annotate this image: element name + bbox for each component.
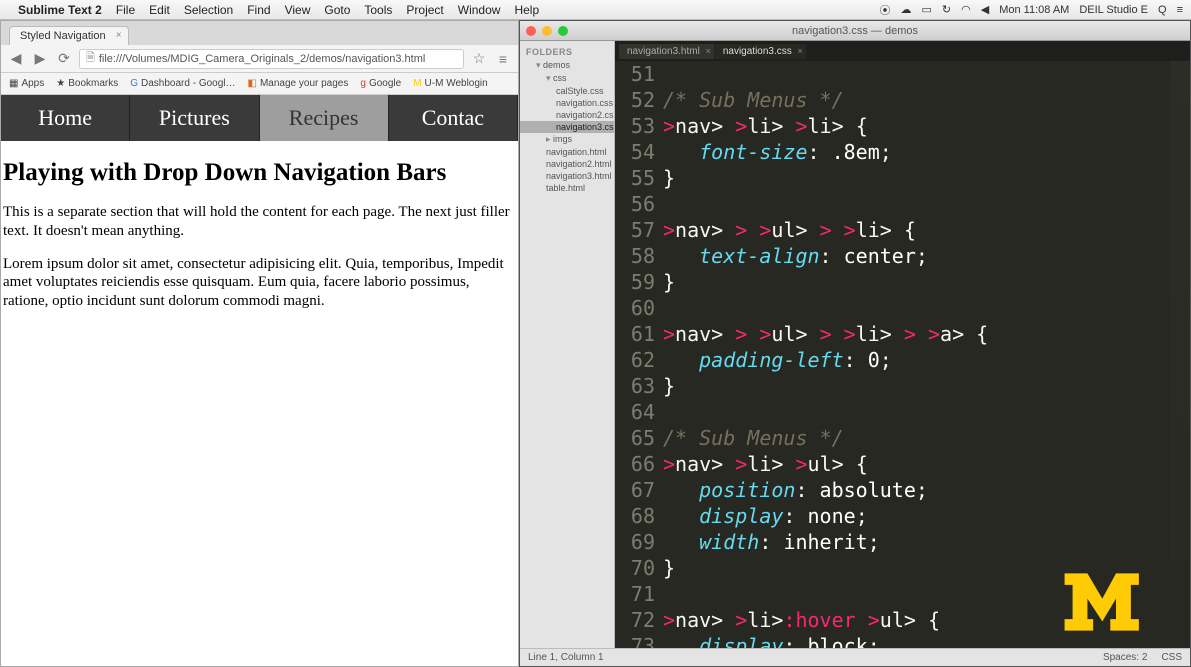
folder-imgs[interactable]: imgs bbox=[520, 133, 614, 146]
forward-button[interactable]: ▶ bbox=[31, 50, 49, 68]
bookmark-manage[interactable]: ◧ Manage your pages bbox=[248, 78, 349, 89]
close-icon[interactable]: × bbox=[706, 46, 711, 56]
sidebar-heading: FOLDERS bbox=[520, 45, 614, 59]
file-item[interactable]: navigation2.html bbox=[520, 158, 614, 170]
page-viewport: Home Pictures Recipes Contac Playing wit… bbox=[1, 95, 518, 666]
close-icon[interactable]: × bbox=[798, 46, 803, 56]
code-editor[interactable]: 51 52 53 54 55 56 57 58 59 60 61 62 63 6… bbox=[615, 61, 1190, 648]
menu-view[interactable]: View bbox=[285, 3, 311, 17]
status-spaces[interactable]: Spaces: 2 bbox=[1103, 652, 1147, 663]
michigan-logo bbox=[1056, 562, 1176, 642]
menu-selection[interactable]: Selection bbox=[184, 3, 233, 17]
status-lang[interactable]: CSS bbox=[1161, 652, 1182, 663]
volume-icon[interactable]: ◀ bbox=[981, 3, 989, 16]
close-icon[interactable]: × bbox=[116, 30, 122, 41]
clock[interactable]: Mon 11:08 AM bbox=[999, 4, 1069, 16]
menu-edit[interactable]: Edit bbox=[149, 3, 170, 17]
file-item[interactable]: calStyle.css bbox=[520, 85, 614, 97]
file-item[interactable]: navigation.css bbox=[520, 97, 614, 109]
sublime-titlebar: navigation3.css — demos bbox=[520, 21, 1190, 41]
mac-menubar: Sublime Text 2 File Edit Selection Find … bbox=[0, 0, 1191, 20]
menu-file[interactable]: File bbox=[116, 3, 135, 17]
reload-button[interactable]: ⟳ bbox=[55, 50, 73, 68]
bookmark-folder[interactable]: ★ Bookmarks bbox=[56, 78, 118, 89]
screencast-icon[interactable]: ⦿ bbox=[880, 2, 891, 18]
doc-icon: 🗎 bbox=[86, 49, 95, 68]
apps-button[interactable]: ▦ Apps bbox=[9, 78, 44, 89]
back-button[interactable]: ◀ bbox=[7, 50, 25, 68]
close-window-button[interactable] bbox=[526, 26, 536, 36]
bookmark-star-icon[interactable]: ☆ bbox=[470, 50, 488, 68]
cloud-icon[interactable]: ☁ bbox=[901, 3, 912, 16]
bookmark-dashboard[interactable]: G Dashboard - Googl… bbox=[130, 78, 235, 89]
chrome-toolbar: ◀ ▶ ⟳ 🗎 file:///Volumes/MDIG_Camera_Orig… bbox=[1, 45, 518, 73]
menu-window[interactable]: Window bbox=[458, 3, 501, 17]
status-position[interactable]: Line 1, Column 1 bbox=[528, 652, 604, 663]
page-navbar: Home Pictures Recipes Contac bbox=[1, 95, 518, 141]
file-item[interactable]: navigation3.html bbox=[520, 170, 614, 182]
file-item[interactable]: navigation3.css bbox=[520, 121, 614, 133]
page-heading: Playing with Drop Down Navigation Bars bbox=[3, 159, 514, 187]
nav-contact[interactable]: Contac bbox=[389, 95, 518, 141]
wifi-icon[interactable]: ◠ bbox=[961, 3, 971, 16]
menu-extra-icon[interactable]: ≡ bbox=[1177, 4, 1183, 16]
chrome-tabstrip: Styled Navigation × bbox=[1, 21, 518, 45]
bookmark-google[interactable]: g Google bbox=[360, 78, 401, 89]
chrome-tab[interactable]: Styled Navigation × bbox=[9, 26, 129, 45]
editor-tab[interactable]: navigation3.html× bbox=[619, 44, 715, 59]
line-gutter: 51 52 53 54 55 56 57 58 59 60 61 62 63 6… bbox=[615, 61, 663, 648]
sublime-statusbar: Line 1, Column 1 Spaces: 2 CSS bbox=[520, 648, 1190, 666]
sublime-sidebar: FOLDERS demos css calStyle.css navigatio… bbox=[520, 41, 615, 648]
bookmarks-bar: ▦ Apps ★ Bookmarks G Dashboard - Googl… … bbox=[1, 73, 518, 95]
folder-css[interactable]: css bbox=[520, 72, 614, 85]
address-bar[interactable]: 🗎 file:///Volumes/MDIG_Camera_Originals_… bbox=[79, 49, 464, 69]
editor-area: navigation3.html× navigation3.css× 51 52… bbox=[615, 41, 1190, 648]
spotlight-icon[interactable]: Q bbox=[1158, 4, 1167, 16]
editor-tabs: navigation3.html× navigation3.css× bbox=[615, 41, 1190, 61]
page-paragraph: Lorem ipsum dolor sit amet, consectetur … bbox=[3, 255, 514, 311]
display-icon[interactable]: ▭ bbox=[922, 3, 932, 16]
file-item[interactable]: table.html bbox=[520, 182, 614, 194]
minimize-window-button[interactable] bbox=[542, 26, 552, 36]
editor-tab[interactable]: navigation3.css× bbox=[715, 44, 807, 59]
page-body: Playing with Drop Down Navigation Bars T… bbox=[1, 141, 518, 329]
menu-find[interactable]: Find bbox=[247, 3, 270, 17]
user-menu[interactable]: DEIL Studio E bbox=[1079, 4, 1148, 16]
code-content[interactable]: /* Sub Menus */ >nav> >li> >li> { font-s… bbox=[663, 61, 1190, 648]
menu-tools[interactable]: Tools bbox=[364, 3, 392, 17]
bookmark-um[interactable]: M U-M Weblogin bbox=[413, 78, 488, 89]
chrome-tab-title: Styled Navigation bbox=[20, 30, 106, 42]
sublime-title: navigation3.css — demos bbox=[792, 25, 918, 37]
nav-recipes[interactable]: Recipes bbox=[260, 95, 389, 141]
menubar-app[interactable]: Sublime Text 2 bbox=[18, 3, 102, 17]
nav-pictures[interactable]: Pictures bbox=[130, 95, 259, 141]
nav-home[interactable]: Home bbox=[1, 95, 130, 141]
chrome-window: Styled Navigation × ◀ ▶ ⟳ 🗎 file:///Volu… bbox=[0, 20, 519, 667]
folder-demos[interactable]: demos bbox=[520, 59, 614, 72]
file-item[interactable]: navigation.html bbox=[520, 146, 614, 158]
minimap[interactable] bbox=[1170, 61, 1190, 561]
menu-goto[interactable]: Goto bbox=[324, 3, 350, 17]
zoom-window-button[interactable] bbox=[558, 26, 568, 36]
file-item[interactable]: navigation2.css bbox=[520, 109, 614, 121]
url-text: file:///Volumes/MDIG_Camera_Originals_2/… bbox=[99, 53, 425, 65]
menu-project[interactable]: Project bbox=[406, 3, 443, 17]
menu-help[interactable]: Help bbox=[514, 3, 539, 17]
chrome-menu-icon[interactable]: ≡ bbox=[494, 50, 512, 68]
page-paragraph: This is a separate section that will hol… bbox=[3, 203, 514, 241]
sync-icon[interactable]: ↻ bbox=[942, 3, 951, 16]
